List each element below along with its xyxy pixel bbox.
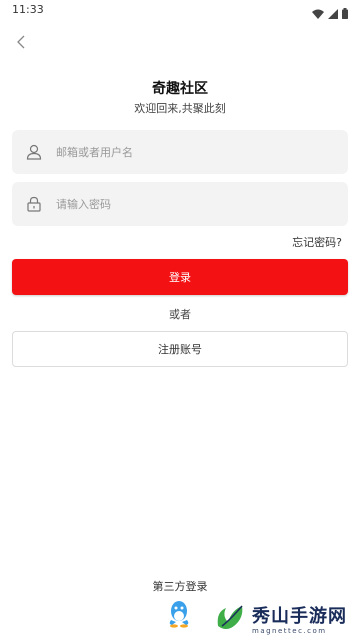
chevron-left-icon [16, 34, 26, 53]
watermark-domain: magnettec.com [252, 626, 327, 635]
lock-icon [26, 196, 42, 212]
site-watermark: 秀山手游网 magnettec.com [212, 598, 360, 638]
page-subtitle: 欢迎回来,共聚此刻 [134, 102, 226, 115]
cellular-signal-icon [328, 4, 338, 23]
username-input[interactable] [56, 145, 348, 159]
password-field[interactable] [12, 182, 348, 226]
watermark-logo-icon [212, 600, 248, 636]
watermark-title: 秀山手游网 [252, 605, 347, 627]
status-bar: 11:33 [0, 0, 360, 20]
forgot-password-link[interactable]: 忘记密码? [292, 234, 342, 250]
register-button[interactable]: 注册账号 [12, 331, 348, 367]
qq-login-button[interactable] [166, 600, 192, 628]
third-party-login-title: 第三方登录 [152, 580, 208, 593]
login-button[interactable]: 登录 [12, 259, 348, 295]
battery-icon [342, 4, 348, 23]
password-input[interactable] [56, 197, 348, 211]
qq-penguin-icon [166, 601, 192, 632]
status-icons [312, 4, 348, 23]
username-field[interactable] [12, 130, 348, 174]
back-button[interactable] [10, 32, 32, 54]
status-time: 11:33 [12, 3, 44, 16]
wifi-icon [312, 4, 324, 23]
user-icon [26, 144, 42, 160]
page-title: 奇趣社区 [152, 81, 208, 97]
or-divider-text: 或者 [169, 308, 191, 321]
